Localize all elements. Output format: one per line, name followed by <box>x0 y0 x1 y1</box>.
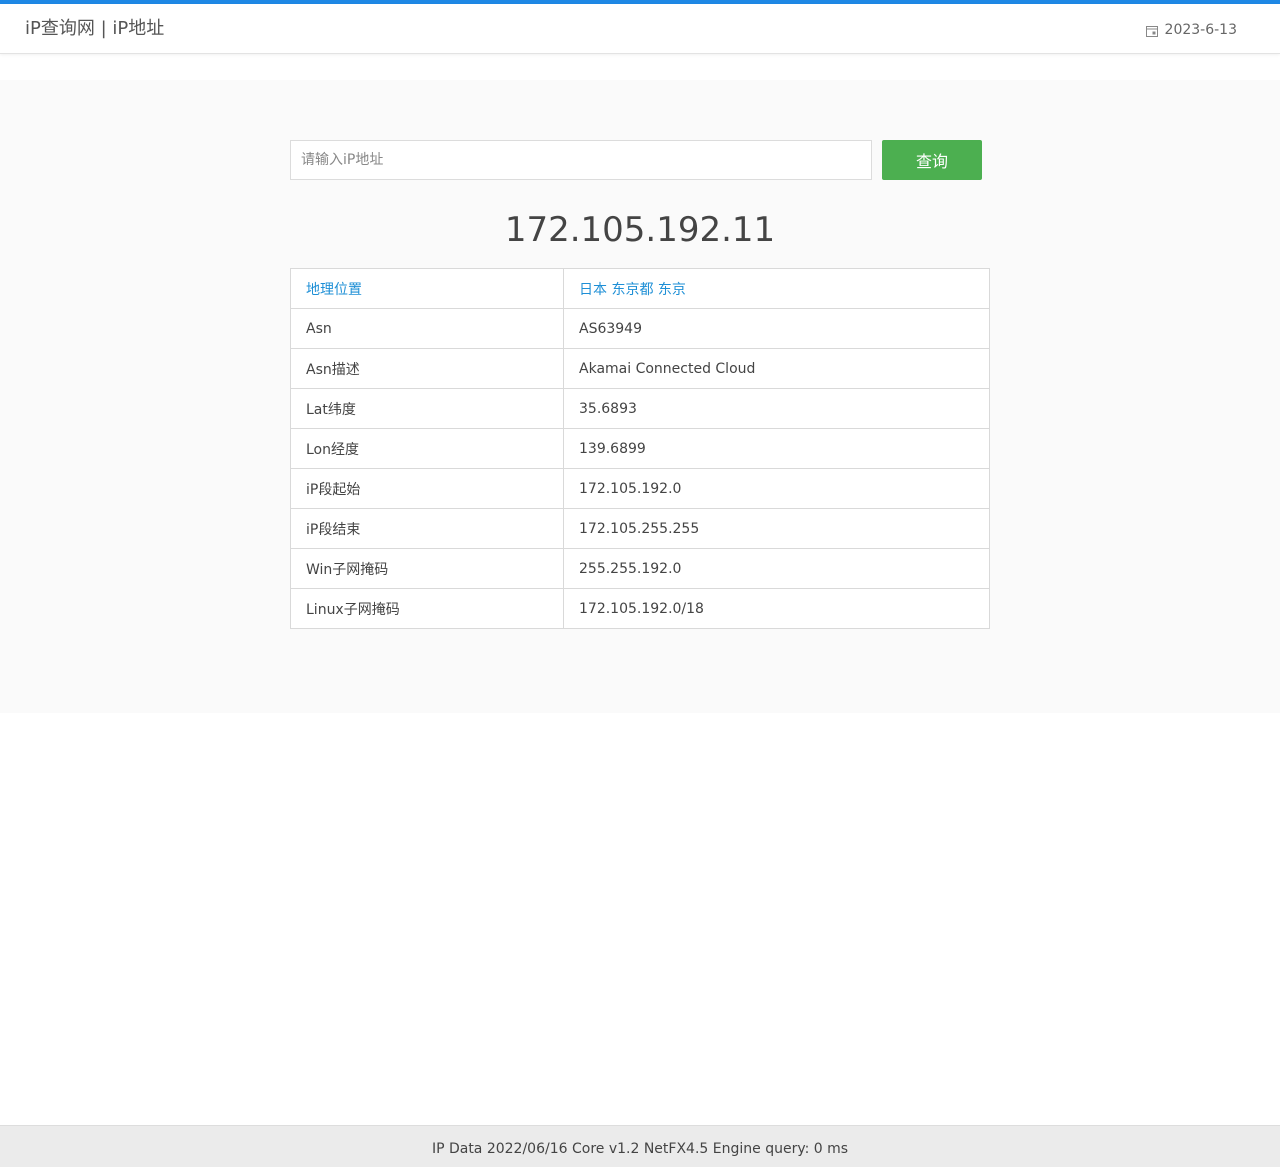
row-label: iP段起始 <box>290 468 564 509</box>
table-row-range-end: iP段结束 172.105.255.255 <box>290 508 990 549</box>
row-label: Asn <box>290 308 564 349</box>
row-label: Lon经度 <box>290 428 564 469</box>
row-value: 172.105.192.0 <box>563 468 990 509</box>
row-label: iP段结束 <box>290 508 564 549</box>
site-header: iP查询网 | iP地址 2023-6-13 <box>0 4 1280 54</box>
row-label: Asn描述 <box>290 348 564 389</box>
calendar-icon <box>1145 24 1158 37</box>
row-value[interactable]: 日本 东京都 东京 <box>563 268 990 309</box>
query-button[interactable]: 查询 <box>882 140 982 180</box>
ip-info-table: 地理位置 日本 东京都 东京 Asn AS63949 Asn描述 Akamai … <box>290 268 990 629</box>
row-label[interactable]: 地理位置 <box>290 268 564 309</box>
date-display: 2023-6-13 <box>1145 21 1237 39</box>
row-label: Win子网掩码 <box>290 548 564 589</box>
table-row-location: 地理位置 日本 东京都 东京 <box>290 268 990 309</box>
table-row-range-start: iP段起始 172.105.192.0 <box>290 468 990 509</box>
current-date: 2023-6-13 <box>1164 22 1237 38</box>
table-row-linux-subnet-mask: Linux子网掩码 172.105.192.0/18 <box>290 588 990 629</box>
queried-ip: 172.105.192.11 <box>504 210 776 250</box>
table-row-win-subnet-mask: Win子网掩码 255.255.192.0 <box>290 548 990 589</box>
row-value: 139.6899 <box>563 428 990 469</box>
row-value: Akamai Connected Cloud <box>563 348 990 389</box>
row-value: 172.105.255.255 <box>563 508 990 549</box>
main-content: 查询 172.105.192.11 地理位置 日本 东京都 东京 Asn AS6… <box>0 80 1280 713</box>
row-value: AS63949 <box>563 308 990 349</box>
row-label: Lat纬度 <box>290 388 564 429</box>
site-footer: IP Data 2022/06/16 Core v1.2 NetFX4.5 En… <box>0 1125 1280 1167</box>
site-title[interactable]: iP查询网 | iP地址 <box>25 17 164 41</box>
table-row-longitude: Lon经度 139.6899 <box>290 428 990 469</box>
ip-search-input[interactable] <box>290 140 872 180</box>
table-row-asn-description: Asn描述 Akamai Connected Cloud <box>290 348 990 389</box>
row-label: Linux子网掩码 <box>290 588 564 629</box>
row-value: 255.255.192.0 <box>563 548 990 589</box>
row-value: 172.105.192.0/18 <box>563 588 990 629</box>
table-row-latitude: Lat纬度 35.6893 <box>290 388 990 429</box>
footer-text: IP Data 2022/06/16 Core v1.2 NetFX4.5 En… <box>431 1141 849 1157</box>
table-row-asn: Asn AS63949 <box>290 308 990 349</box>
row-value: 35.6893 <box>563 388 990 429</box>
